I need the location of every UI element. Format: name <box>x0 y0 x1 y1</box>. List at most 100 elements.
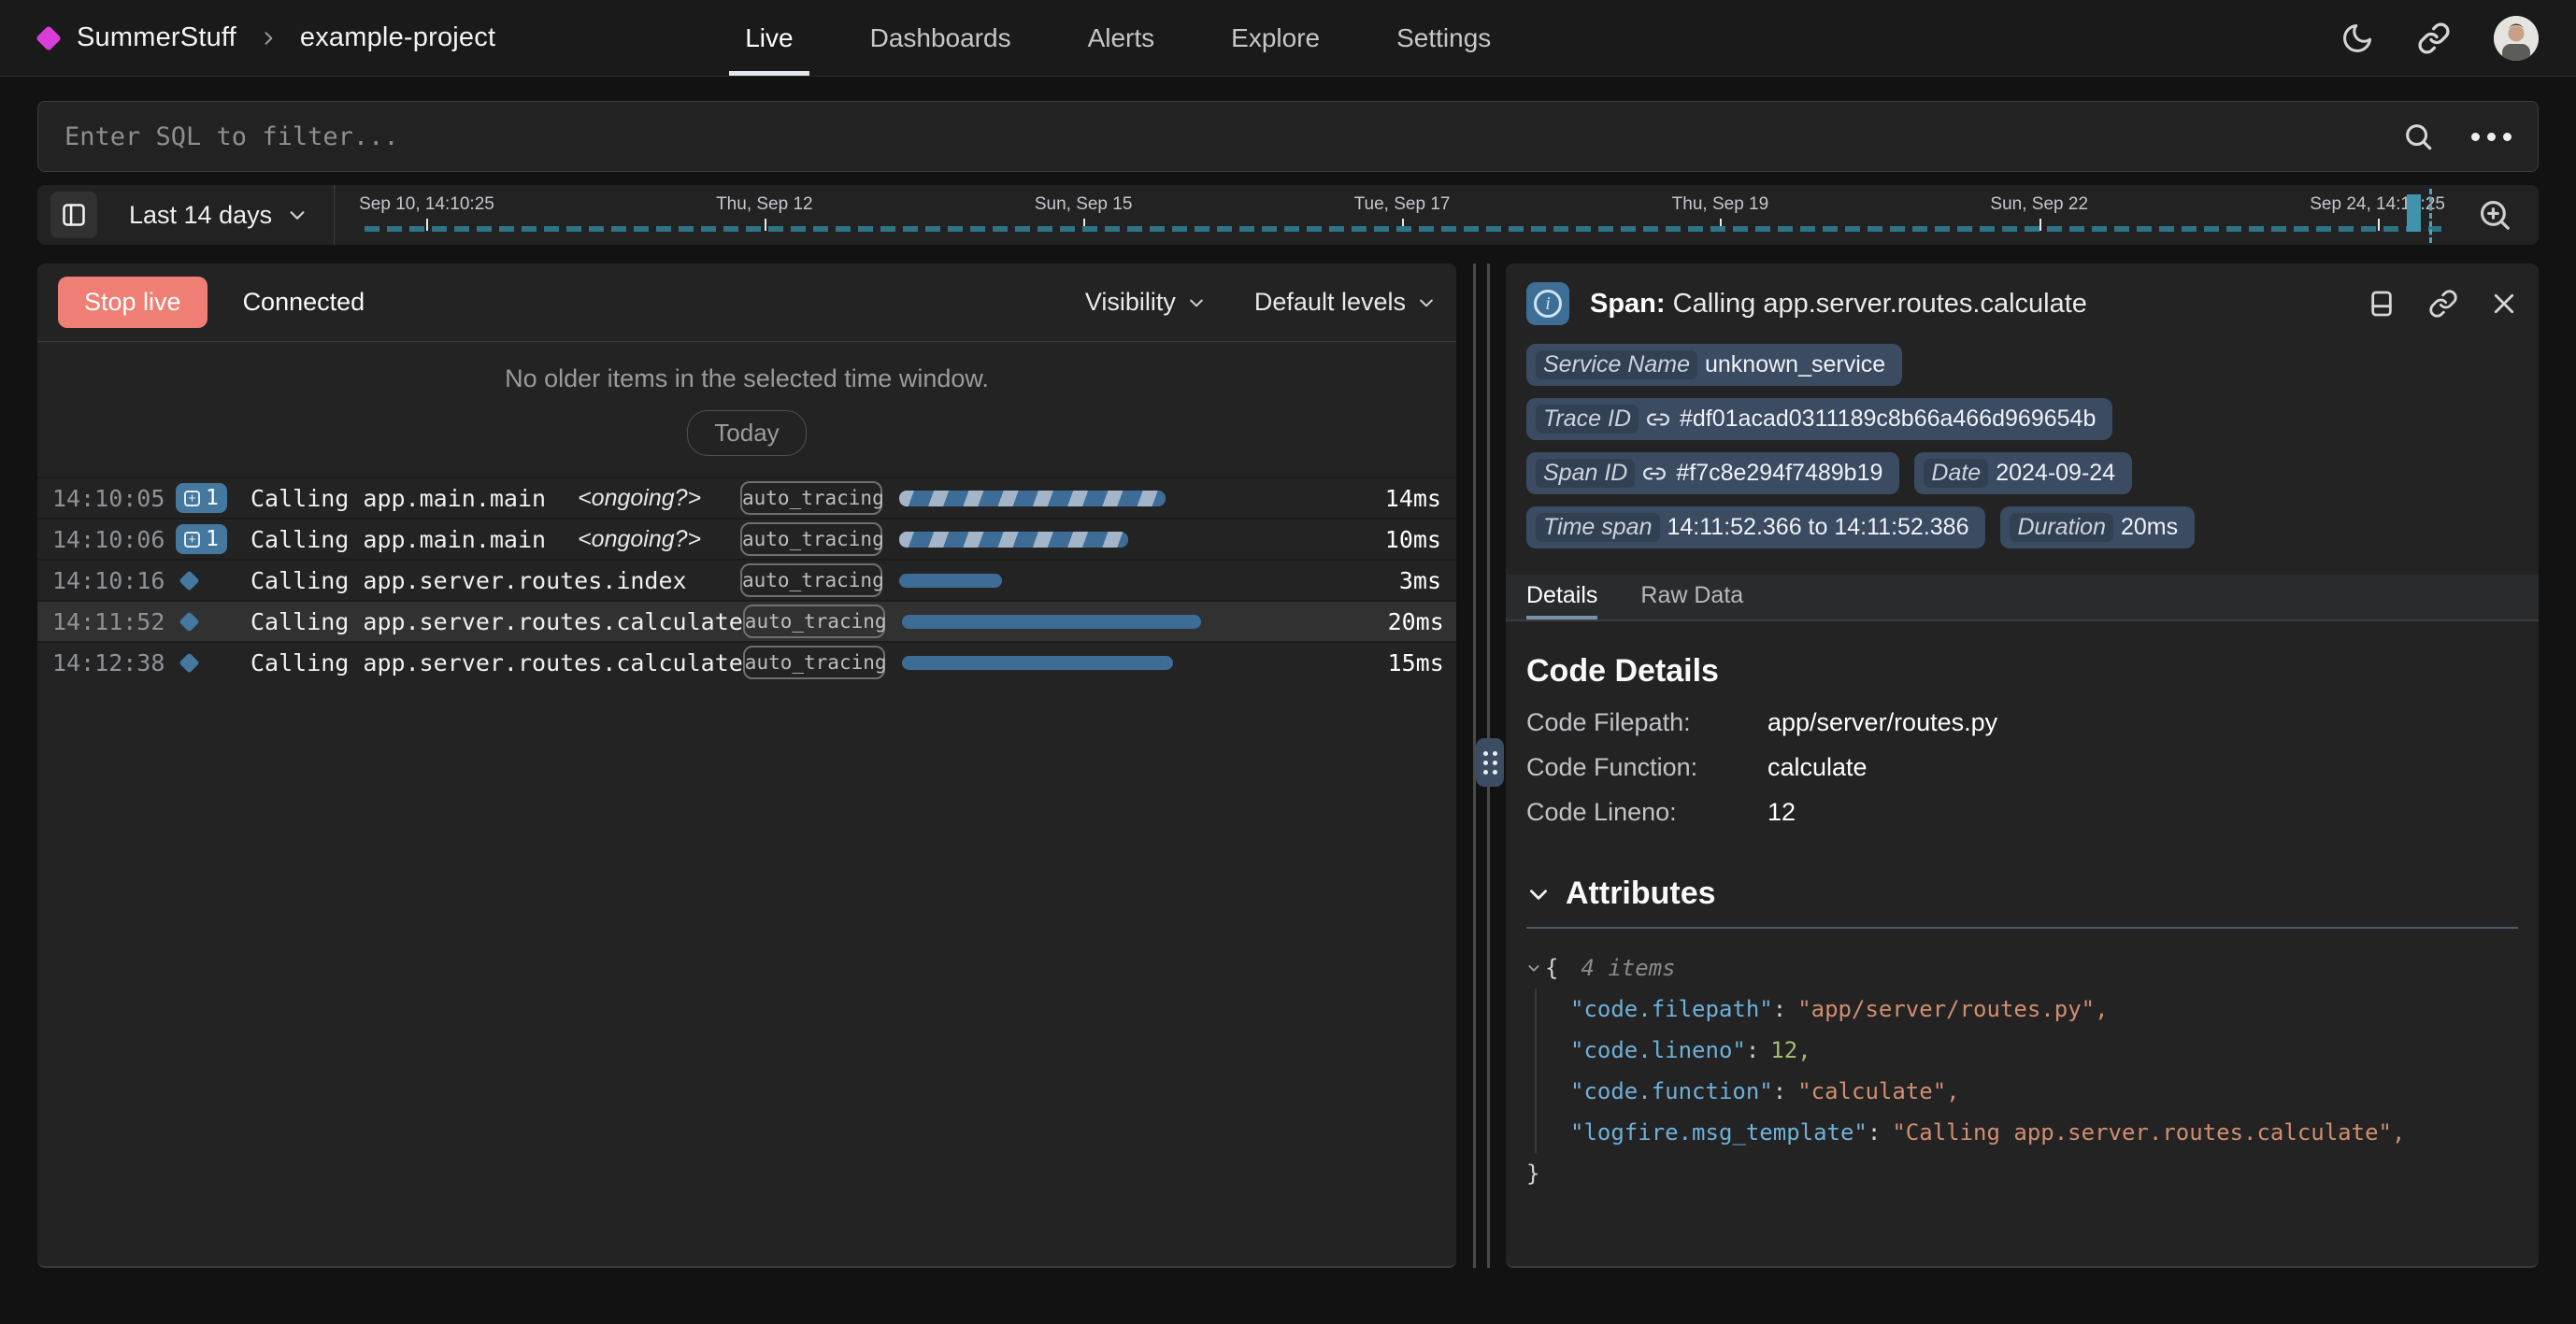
badge-value: 14:11:52.366 to 14:11:52.386 <box>1667 514 1969 541</box>
divider <box>334 185 335 245</box>
span-row[interactable]: 14:10:16 Calling app.server.routes.index… <box>37 559 1456 600</box>
json-entry: "code.lineno":12, <box>1570 1030 2518 1071</box>
tab-raw-data[interactable]: Raw Data <box>1640 575 1743 619</box>
share-link-icon[interactable] <box>2417 21 2451 55</box>
visibility-dropdown[interactable]: Visibility <box>1085 288 1206 317</box>
span-row-selected[interactable]: 14:11:52 Calling app.server.routes.calcu… <box>37 600 1456 641</box>
child-count-badge[interactable]: + 1 <box>176 483 227 513</box>
span-list: 14:10:05 + 1 Calling app.main.main <ongo… <box>37 477 1456 682</box>
row-tag[interactable]: auto_tracing <box>743 605 885 638</box>
timeline-strip[interactable]: Sep 10, 14:10:25 Thu, Sep 12 Sun, Sep 15… <box>359 185 2445 245</box>
tab-live[interactable]: Live <box>729 0 809 76</box>
row-duration: 20ms <box>1358 608 1444 635</box>
visibility-label: Visibility <box>1085 288 1176 317</box>
tab-alerts[interactable]: Alerts <box>1072 0 1171 76</box>
link-icon[interactable] <box>1642 462 1667 486</box>
badge-value: #df01acad0311189c8b66a466d969654b <box>1680 406 2096 433</box>
tick-label: Sun, Sep 22 <box>1990 194 2088 215</box>
divider <box>1526 927 2518 929</box>
duration-badge: Duration 20ms <box>2000 506 2195 548</box>
span-title-text: Calling app.server.routes.calculate <box>1673 289 2087 319</box>
tab-details[interactable]: Details <box>1526 575 1597 619</box>
row-ongoing-suffix: <ongoing?> <box>578 485 701 512</box>
json-entry: "logfire.msg_template":"Calling app.serv… <box>1570 1112 2518 1153</box>
json-brace: { <box>1545 947 1558 989</box>
timeline-cursor[interactable] <box>2429 189 2432 243</box>
span-id-badge: Span ID #f7c8e294f7489b19 <box>1526 452 1899 494</box>
row-tag[interactable]: auto_tracing <box>740 481 882 515</box>
tick-label: Tue, Sep 17 <box>1354 194 1451 215</box>
row-tag[interactable]: auto_tracing <box>743 646 885 679</box>
sidebar-toggle-button[interactable] <box>50 192 97 238</box>
top-nav: SummerStuff example-project Live Dashboa… <box>0 0 2576 77</box>
sql-filter-bar <box>37 101 2539 172</box>
close-icon[interactable] <box>2490 290 2518 318</box>
span-row[interactable]: 14:10:05 + 1 Calling app.main.main <ongo… <box>37 477 1456 518</box>
code-detail-row: Code Filepath: app/server/routes.py <box>1526 708 2518 737</box>
link-icon[interactable] <box>1646 407 1670 432</box>
badge-label: Date <box>1924 459 1988 488</box>
stop-live-button[interactable]: Stop live <box>58 277 208 328</box>
json-entry: "code.filepath":"app/server/routes.py", <box>1570 989 2518 1030</box>
json-value: 12, <box>1770 1037 1810 1063</box>
expand-plus-icon: + <box>184 491 200 506</box>
empty-window-message: No older items in the selected time wind… <box>37 364 1456 393</box>
code-detail-label: Code Filepath: <box>1526 708 1767 737</box>
child-count: 1 <box>206 486 219 510</box>
more-options-icon[interactable] <box>2471 133 2512 141</box>
span-row[interactable]: 14:12:38 Calling app.server.routes.calcu… <box>37 641 1456 682</box>
span-diamond-icon <box>179 611 199 632</box>
logo-diamond-icon[interactable] <box>36 25 62 51</box>
row-tag[interactable]: auto_tracing <box>740 522 882 556</box>
tick-label: Thu, Sep 12 <box>716 194 813 215</box>
duration-bar <box>899 491 1166 506</box>
sql-bar-icons <box>2402 121 2512 152</box>
tick-label: Sep 10, 14:10:25 <box>359 194 494 215</box>
zoom-in-icon[interactable] <box>2477 197 2512 233</box>
duration-bar <box>902 656 1173 670</box>
span-row[interactable]: 14:10:06 + 1 Calling app.main.main <ongo… <box>37 518 1456 559</box>
badge-value: unknown_service <box>1705 351 1885 378</box>
row-message: Calling app.server.routes.calculate <box>250 649 743 676</box>
tab-dashboards[interactable]: Dashboards <box>854 0 1027 76</box>
badge-label: Duration <box>2010 513 2113 542</box>
copy-link-icon[interactable] <box>2428 289 2458 319</box>
org-name[interactable]: SummerStuff <box>77 22 236 53</box>
time-range-dropdown[interactable]: Last 14 days <box>129 201 308 230</box>
span-detail-header: i Span: Calling app.server.routes.calcul… <box>1506 263 2539 338</box>
badge-value: #f7c8e294f7489b19 <box>1676 460 1882 487</box>
span-diamond-icon <box>179 570 199 591</box>
project-name[interactable]: example-project <box>300 22 495 53</box>
duration-bar <box>899 532 1128 548</box>
row-icon: + 1 <box>176 483 237 513</box>
row-duration: 10ms <box>1355 526 1441 553</box>
row-tag[interactable]: auto_tracing <box>740 563 882 597</box>
attributes-collapse-toggle[interactable]: Attributes <box>1526 876 2518 912</box>
span-meta-badges: Service Name unknown_service Trace ID #d… <box>1506 338 2539 548</box>
nav-tabs: Live Dashboards Alerts Explore Settings <box>729 0 1507 76</box>
span-title: Span: Calling app.server.routes.calculat… <box>1590 289 2087 320</box>
grip-dots-icon <box>1483 751 1497 775</box>
code-detail-row: Code Lineno: 12 <box>1526 798 2518 827</box>
timeline-activity-spike <box>2407 194 2421 232</box>
today-button[interactable]: Today <box>687 410 806 456</box>
panel-resize-handle[interactable] <box>1476 738 1504 787</box>
sql-filter-input[interactable] <box>64 122 2402 151</box>
tab-explore[interactable]: Explore <box>1215 0 1336 76</box>
live-panel: Stop live Connected Visibility Default l… <box>37 263 1456 1268</box>
code-detail-label: Code Function: <box>1526 753 1767 782</box>
expand-plus-icon: + <box>184 532 200 548</box>
json-value: "calculate", <box>1797 1078 1959 1104</box>
row-icon: + 1 <box>176 524 237 554</box>
dark-mode-moon-icon[interactable] <box>2340 21 2374 55</box>
row-timestamp: 14:12:38 <box>52 649 176 676</box>
tab-settings[interactable]: Settings <box>1381 0 1507 76</box>
search-icon[interactable] <box>2402 121 2434 152</box>
row-message: Calling app.main.main <box>250 526 546 553</box>
json-collapse-icon[interactable] <box>1526 961 1541 975</box>
default-levels-dropdown[interactable]: Default levels <box>1254 288 1436 317</box>
default-levels-label: Default levels <box>1254 288 1406 317</box>
user-avatar[interactable] <box>2494 16 2539 61</box>
split-view-icon[interactable] <box>2367 289 2397 319</box>
child-count-badge[interactable]: + 1 <box>176 524 227 554</box>
